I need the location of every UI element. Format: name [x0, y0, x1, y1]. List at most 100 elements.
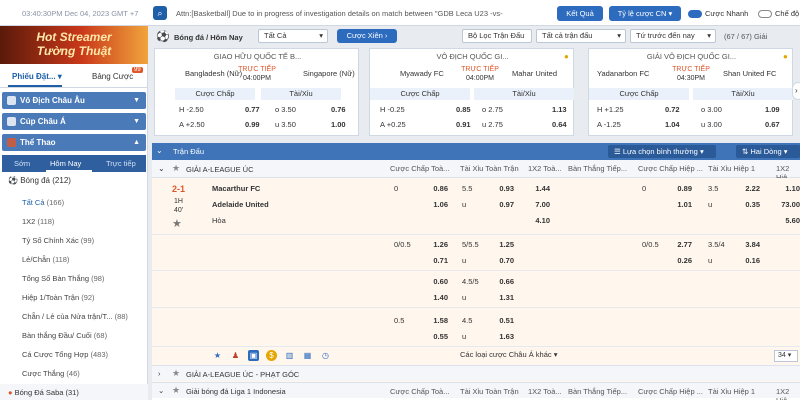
odd-value[interactable]: 2.77 [670, 240, 692, 249]
league-row[interactable]: ⌄ ★ GIẢI A-LEAGUE ÚC Cược Chấp Toà... Tà… [152, 160, 800, 182]
league-row[interactable]: ⌄ ★ Giải bóng đá Liga 1 Indonesia Cược C… [152, 382, 800, 400]
odd-value[interactable]: 2.22 [738, 184, 760, 193]
odd-value[interactable]: 0.16 [738, 256, 760, 265]
star-icon[interactable]: ★ [172, 385, 180, 396]
person-icon[interactable]: ♟ [230, 350, 241, 361]
sidebar-item-all[interactable]: Tất Cả (166) [22, 198, 64, 207]
odd-value[interactable]: 0.97 [492, 200, 514, 209]
star-icon[interactable]: ★ [172, 163, 180, 174]
tab-bet-slip[interactable]: Phiếu Đặt... ▾ [12, 72, 62, 81]
odd-value[interactable]: 0.85 [456, 105, 471, 114]
odd-value[interactable]: 1.10 [778, 184, 800, 193]
sort-select[interactable]: ☰ Lựa chọn bình thường ▾ [608, 145, 716, 158]
collapse-icon[interactable]: ⌄ [156, 146, 163, 155]
parlay-button[interactable]: Cược Xiên › [337, 29, 397, 43]
odd-value[interactable]: 0.67 [765, 120, 780, 129]
tv-icon[interactable]: ▣ [248, 350, 259, 361]
section-europe[interactable]: Vô Địch Châu Âu ▼ [2, 92, 146, 109]
odd-value[interactable]: 0.64 [552, 120, 567, 129]
news-ticker[interactable]: Attn:[Basketball] Due to in progress of … [176, 9, 526, 18]
odd-value[interactable]: 0.51 [492, 316, 514, 325]
sidebar-item-first-last-goal[interactable]: Bàn thắng Đầu/ Cuối (68) [22, 331, 107, 340]
star-icon[interactable]: ★ [172, 368, 180, 379]
tab-bet-list[interactable]: Bảng Cược [92, 72, 133, 81]
tab-early[interactable]: Sớm [14, 159, 30, 168]
odd-value[interactable]: 3.84 [738, 240, 760, 249]
carousel-next-button[interactable]: › [792, 82, 800, 100]
odd-value[interactable]: 1.06 [426, 200, 448, 209]
match-filter-select[interactable]: Bộ Lọc Trận Đấu [462, 29, 532, 43]
order-select[interactable]: Tứ trước đến nay ▾ [630, 29, 716, 43]
odd-value[interactable]: 73.00 [774, 200, 800, 209]
odd-value[interactable]: 1.63 [492, 332, 514, 341]
sidebar-item-1x2[interactable]: 1X2 (118) [22, 217, 54, 226]
odd-value[interactable]: 0.99 [245, 120, 260, 129]
star-icon[interactable]: ★ [172, 217, 182, 230]
odd-value[interactable]: 0.72 [665, 105, 680, 114]
odd-value[interactable]: 1.31 [492, 293, 514, 302]
star-icon[interactable]: ★ [212, 350, 223, 361]
live-match-card[interactable]: GIẢI VÔ ĐỊCH QUỐC GI... ● Yadanarbon FC … [588, 48, 793, 136]
odd-value[interactable]: 1.25 [492, 240, 514, 249]
odd-value[interactable]: 0.86 [426, 184, 448, 193]
sidebar-item-mix-parlay[interactable]: Cá Cược Tổng Hợp (483) [22, 350, 108, 359]
display-select[interactable]: ⇅ Hai Dòng ▾ [736, 145, 800, 158]
all-matches-select[interactable]: Tất cả trận đấu ▾ [536, 29, 626, 43]
sidebar-item-outright[interactable]: Cược Thắng (46) [22, 369, 80, 378]
quick-bet-toggle[interactable] [688, 10, 702, 18]
mode-toggle[interactable] [758, 10, 772, 18]
odd-value[interactable]: 0.26 [670, 256, 692, 265]
odd-value[interactable]: 0.77 [245, 105, 260, 114]
clock-icon[interactable]: ◷ [320, 350, 331, 361]
odd-value[interactable]: 0.89 [670, 184, 692, 193]
section-sports[interactable]: Thể Thao ▲ [2, 134, 146, 151]
sidebar-item-correct-score[interactable]: Tỷ Số Chính Xác (99) [22, 236, 94, 245]
odd-value[interactable]: 0.76 [331, 105, 346, 114]
page-number-select[interactable]: 34 ▾ [774, 350, 798, 362]
odd-value[interactable]: 1.01 [670, 200, 692, 209]
odd-value[interactable]: 0.93 [492, 184, 514, 193]
tab-live[interactable]: Trực tiếp [106, 159, 136, 168]
dollar-icon[interactable]: $ [266, 350, 277, 361]
odd-value[interactable]: 7.00 [528, 200, 550, 209]
section-asia[interactable]: Cúp Châu Á ▼ [2, 113, 146, 130]
stats-icon[interactable]: ▥ [284, 350, 295, 361]
odd-value[interactable]: 1.58 [426, 316, 448, 325]
odd-value[interactable]: 1.44 [528, 184, 550, 193]
odd-value[interactable]: 0.71 [426, 256, 448, 265]
odd-value[interactable]: 0.70 [492, 256, 514, 265]
odd-line: 3.00 [707, 120, 722, 129]
odd-value[interactable]: 0.35 [738, 200, 760, 209]
sport-football[interactable]: ⚽ Bóng đá (212) [8, 176, 71, 185]
odd-value[interactable]: 4.10 [528, 216, 550, 225]
chart-icon[interactable]: ▦ [302, 350, 313, 361]
odd-value[interactable]: 5.60 [778, 216, 800, 225]
league-row[interactable]: › ★ GIẢI A-LEAGUE ÚC - PHẠT GÓC [152, 365, 800, 381]
sport-saba-football[interactable]: ● Bóng Đá Saba (31) [0, 384, 148, 400]
odd-value[interactable]: 1.04 [665, 120, 680, 129]
sidebar-item-half-odd-even[interactable]: Chẵn / Lẻ của Nửa trận/T... (88) [22, 312, 128, 321]
odd-value[interactable]: 1.26 [426, 240, 448, 249]
more-asian-bets-link[interactable]: Các loại cược Châu Á khác ▾ [460, 350, 558, 359]
results-button[interactable]: Kết Quả [557, 6, 603, 21]
tab-today[interactable]: Hôm Nay [50, 159, 81, 168]
search-icon[interactable]: ⌕ [153, 6, 167, 20]
sidebar-item-total-goals[interactable]: Tổng Số Bàn Thắng (98) [22, 274, 104, 283]
streamer-banner[interactable]: Hot Streamer Tường Thuật [0, 26, 148, 64]
odds-table: ⌄ ★ GIẢI A-LEAGUE ÚC Cược Chấp Toà... Tà… [152, 160, 800, 400]
odd-value[interactable]: 1.13 [552, 105, 567, 114]
odd-value[interactable]: 0.60 [426, 277, 448, 286]
odd-value[interactable]: 1.40 [426, 293, 448, 302]
market-filter-select[interactable]: Tất Cả ▾ [258, 29, 328, 43]
odd-value[interactable]: 1.09 [765, 105, 780, 114]
sidebar-item-ht-ft[interactable]: Hiệp 1/Toàn Trận (92) [22, 293, 95, 302]
odd-value[interactable]: 0.55 [426, 332, 448, 341]
odd-value[interactable]: 0.91 [456, 120, 471, 129]
odd-value[interactable]: 1.00 [331, 120, 346, 129]
odd-value[interactable]: 0.66 [492, 277, 514, 286]
card-handicap-header: Cược Chấp [175, 88, 255, 100]
odds-type-select[interactable]: Tỷ lệ cược CN ▾ [609, 6, 681, 21]
sidebar-item-odd-even[interactable]: Lẻ/Chẵn (118) [22, 255, 69, 264]
live-match-card[interactable]: GIAO HỮU QUỐC TẾ B... Bangladesh (Nữ) Si… [154, 48, 359, 136]
live-match-card[interactable]: VÔ ĐỊCH QUỐC GI... ● Myawady FC Mahar Un… [369, 48, 574, 136]
